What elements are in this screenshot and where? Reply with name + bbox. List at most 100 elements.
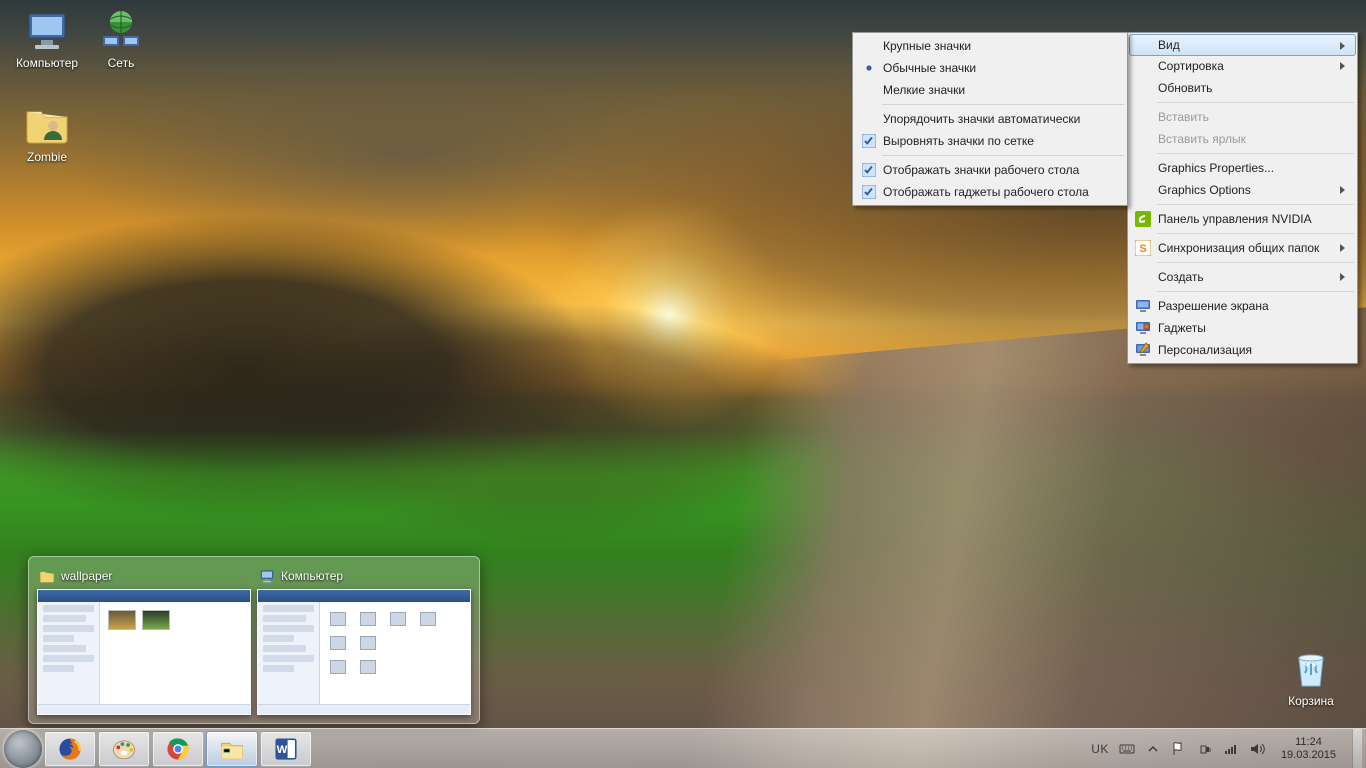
menu-item-label: Крупные значки (883, 39, 971, 53)
menu-item[interactable]: Обновить (1130, 77, 1355, 99)
menu-item: Вставить ярлык (1130, 128, 1355, 150)
taskbar-preview-card[interactable]: Компьютер (257, 565, 471, 715)
menu-item-label: Мелкие значки (883, 83, 965, 97)
menu-item-label: Вставить ярлык (1158, 132, 1246, 146)
menu-item-label: Создать (1158, 270, 1204, 284)
desktop-icon-label: Zombie (10, 150, 84, 164)
desktop-icon-zombie[interactable]: Zombie (10, 100, 84, 164)
taskbar-preview-card[interactable]: wallpaper (37, 565, 251, 715)
menu-item[interactable]: Крупные значки (855, 35, 1125, 57)
desktop-context-menu: Вид Сортировка Обновить Вставить Вставить яр… (1127, 32, 1358, 364)
menu-item-label: Отображать значки рабочего стола (883, 163, 1079, 177)
taskbar: UK 11:24 19.03.2015 (0, 728, 1366, 768)
menu-item-label: Обычные значки (883, 61, 976, 75)
desktop-icon-network[interactable]: Сеть (84, 6, 158, 70)
desktop-icon-label: Компьютер (10, 56, 84, 70)
menu-item-label: Гаджеты (1158, 321, 1206, 335)
tray-date: 19.03.2015 (1281, 749, 1336, 762)
folder-icon (39, 568, 55, 584)
check-icon (862, 61, 876, 75)
menu-item-label: Вид (1158, 38, 1180, 52)
keyboard-icon[interactable] (1119, 741, 1135, 757)
paint-icon (111, 736, 137, 762)
gadgets-icon (1135, 320, 1151, 336)
recycle-bin-icon (1287, 644, 1335, 692)
menu-item[interactable]: Упорядочить значки автоматически (855, 108, 1125, 130)
menu-item-label: Разрешение экрана (1158, 299, 1269, 313)
submenu-arrow-icon (1337, 184, 1349, 196)
menu-item[interactable]: Отображать гаджеты рабочего стола (855, 181, 1125, 203)
volume-icon[interactable] (1249, 741, 1265, 757)
check-icon (862, 134, 876, 148)
menu-item-label: Сортировка (1158, 59, 1224, 73)
menu-item[interactable]: Синхронизация общих папок (1130, 237, 1355, 259)
menu-item[interactable]: Вид (1129, 34, 1356, 56)
menu-item-label: Обновить (1158, 81, 1212, 95)
menu-item[interactable]: Отображать значки рабочего стола (855, 159, 1125, 181)
tray-language[interactable]: UK (1091, 742, 1109, 756)
menu-item-label: Синхронизация общих папок (1158, 241, 1319, 255)
action-center-icon[interactable] (1171, 741, 1187, 757)
show-desktop-button[interactable] (1352, 729, 1362, 768)
menu-item-label: Упорядочить значки автоматически (883, 112, 1080, 126)
taskbar-button-word[interactable] (260, 731, 312, 767)
preview-title: Компьютер (281, 569, 343, 583)
desktop-icon-label: Сеть (84, 56, 158, 70)
menu-item[interactable]: Мелкие значки (855, 79, 1125, 101)
display-icon (1135, 298, 1151, 314)
menu-item-label: Панель управления NVIDIA (1158, 212, 1312, 226)
menu-item[interactable]: Сортировка (1130, 55, 1355, 77)
view-submenu: Крупные значки Обычные значки Мелкие значк… (852, 32, 1128, 206)
menu-item: Вставить (1130, 106, 1355, 128)
computer-icon (259, 568, 275, 584)
tray-time: 11:24 (1281, 736, 1336, 749)
nvidia-icon (1135, 211, 1151, 227)
preview-title: wallpaper (61, 569, 112, 583)
desktop-icon-label: Корзина (1274, 694, 1348, 708)
taskbar-preview-group: wallpaper Компьютер (28, 556, 480, 724)
word-icon (273, 736, 299, 762)
menu-item[interactable]: Создать (1130, 266, 1355, 288)
preview-thumbnail (257, 589, 471, 715)
tray-overflow-icon[interactable] (1145, 741, 1161, 757)
computer-icon (23, 6, 71, 54)
preview-thumbnail (37, 589, 251, 715)
desktop-icon-recycle-bin[interactable]: Корзина (1274, 644, 1348, 708)
menu-item[interactable]: Разрешение экрана (1130, 295, 1355, 317)
personalize-icon (1135, 342, 1151, 358)
taskbar-button-firefox[interactable] (44, 731, 96, 767)
tray-clock[interactable]: 11:24 19.03.2015 (1275, 736, 1342, 762)
menu-item[interactable]: Гаджеты (1130, 317, 1355, 339)
network-icon (97, 6, 145, 54)
taskbar-button-paint[interactable] (98, 731, 150, 767)
check-icon (862, 163, 876, 177)
explorer-icon (219, 736, 245, 762)
menu-item[interactable]: Graphics Properties... (1130, 157, 1355, 179)
submenu-arrow-icon (1337, 40, 1349, 52)
preview-title-row: wallpaper (37, 565, 251, 589)
network-signal-icon[interactable] (1223, 741, 1239, 757)
menu-item[interactable]: Обычные значки (855, 57, 1125, 79)
submenu-arrow-icon (1337, 60, 1349, 72)
folder-icon (23, 100, 71, 148)
menu-item[interactable]: Graphics Options (1130, 179, 1355, 201)
menu-item[interactable]: Персонализация (1130, 339, 1355, 361)
submenu-arrow-icon (1337, 242, 1349, 254)
desktop-icon-computer[interactable]: Компьютер (10, 6, 84, 70)
firefox-icon (57, 736, 83, 762)
check-icon (862, 185, 876, 199)
menu-item-label: Выровнять значки по сетке (883, 134, 1034, 148)
menu-item-label: Отображать гаджеты рабочего стола (883, 185, 1089, 199)
menu-item-label: Graphics Properties... (1158, 161, 1274, 175)
chrome-icon (165, 736, 191, 762)
sync-icon (1135, 240, 1151, 256)
menu-item[interactable]: Выровнять значки по сетке (855, 130, 1125, 152)
start-button[interactable] (4, 730, 42, 768)
system-tray: UK 11:24 19.03.2015 (1091, 729, 1366, 768)
taskbar-button-chrome[interactable] (152, 731, 204, 767)
menu-item-label: Graphics Options (1158, 183, 1251, 197)
menu-item-label: Вставить (1158, 110, 1209, 124)
menu-item[interactable]: Панель управления NVIDIA (1130, 208, 1355, 230)
power-icon[interactable] (1197, 741, 1213, 757)
taskbar-button-explorer[interactable] (206, 731, 258, 767)
